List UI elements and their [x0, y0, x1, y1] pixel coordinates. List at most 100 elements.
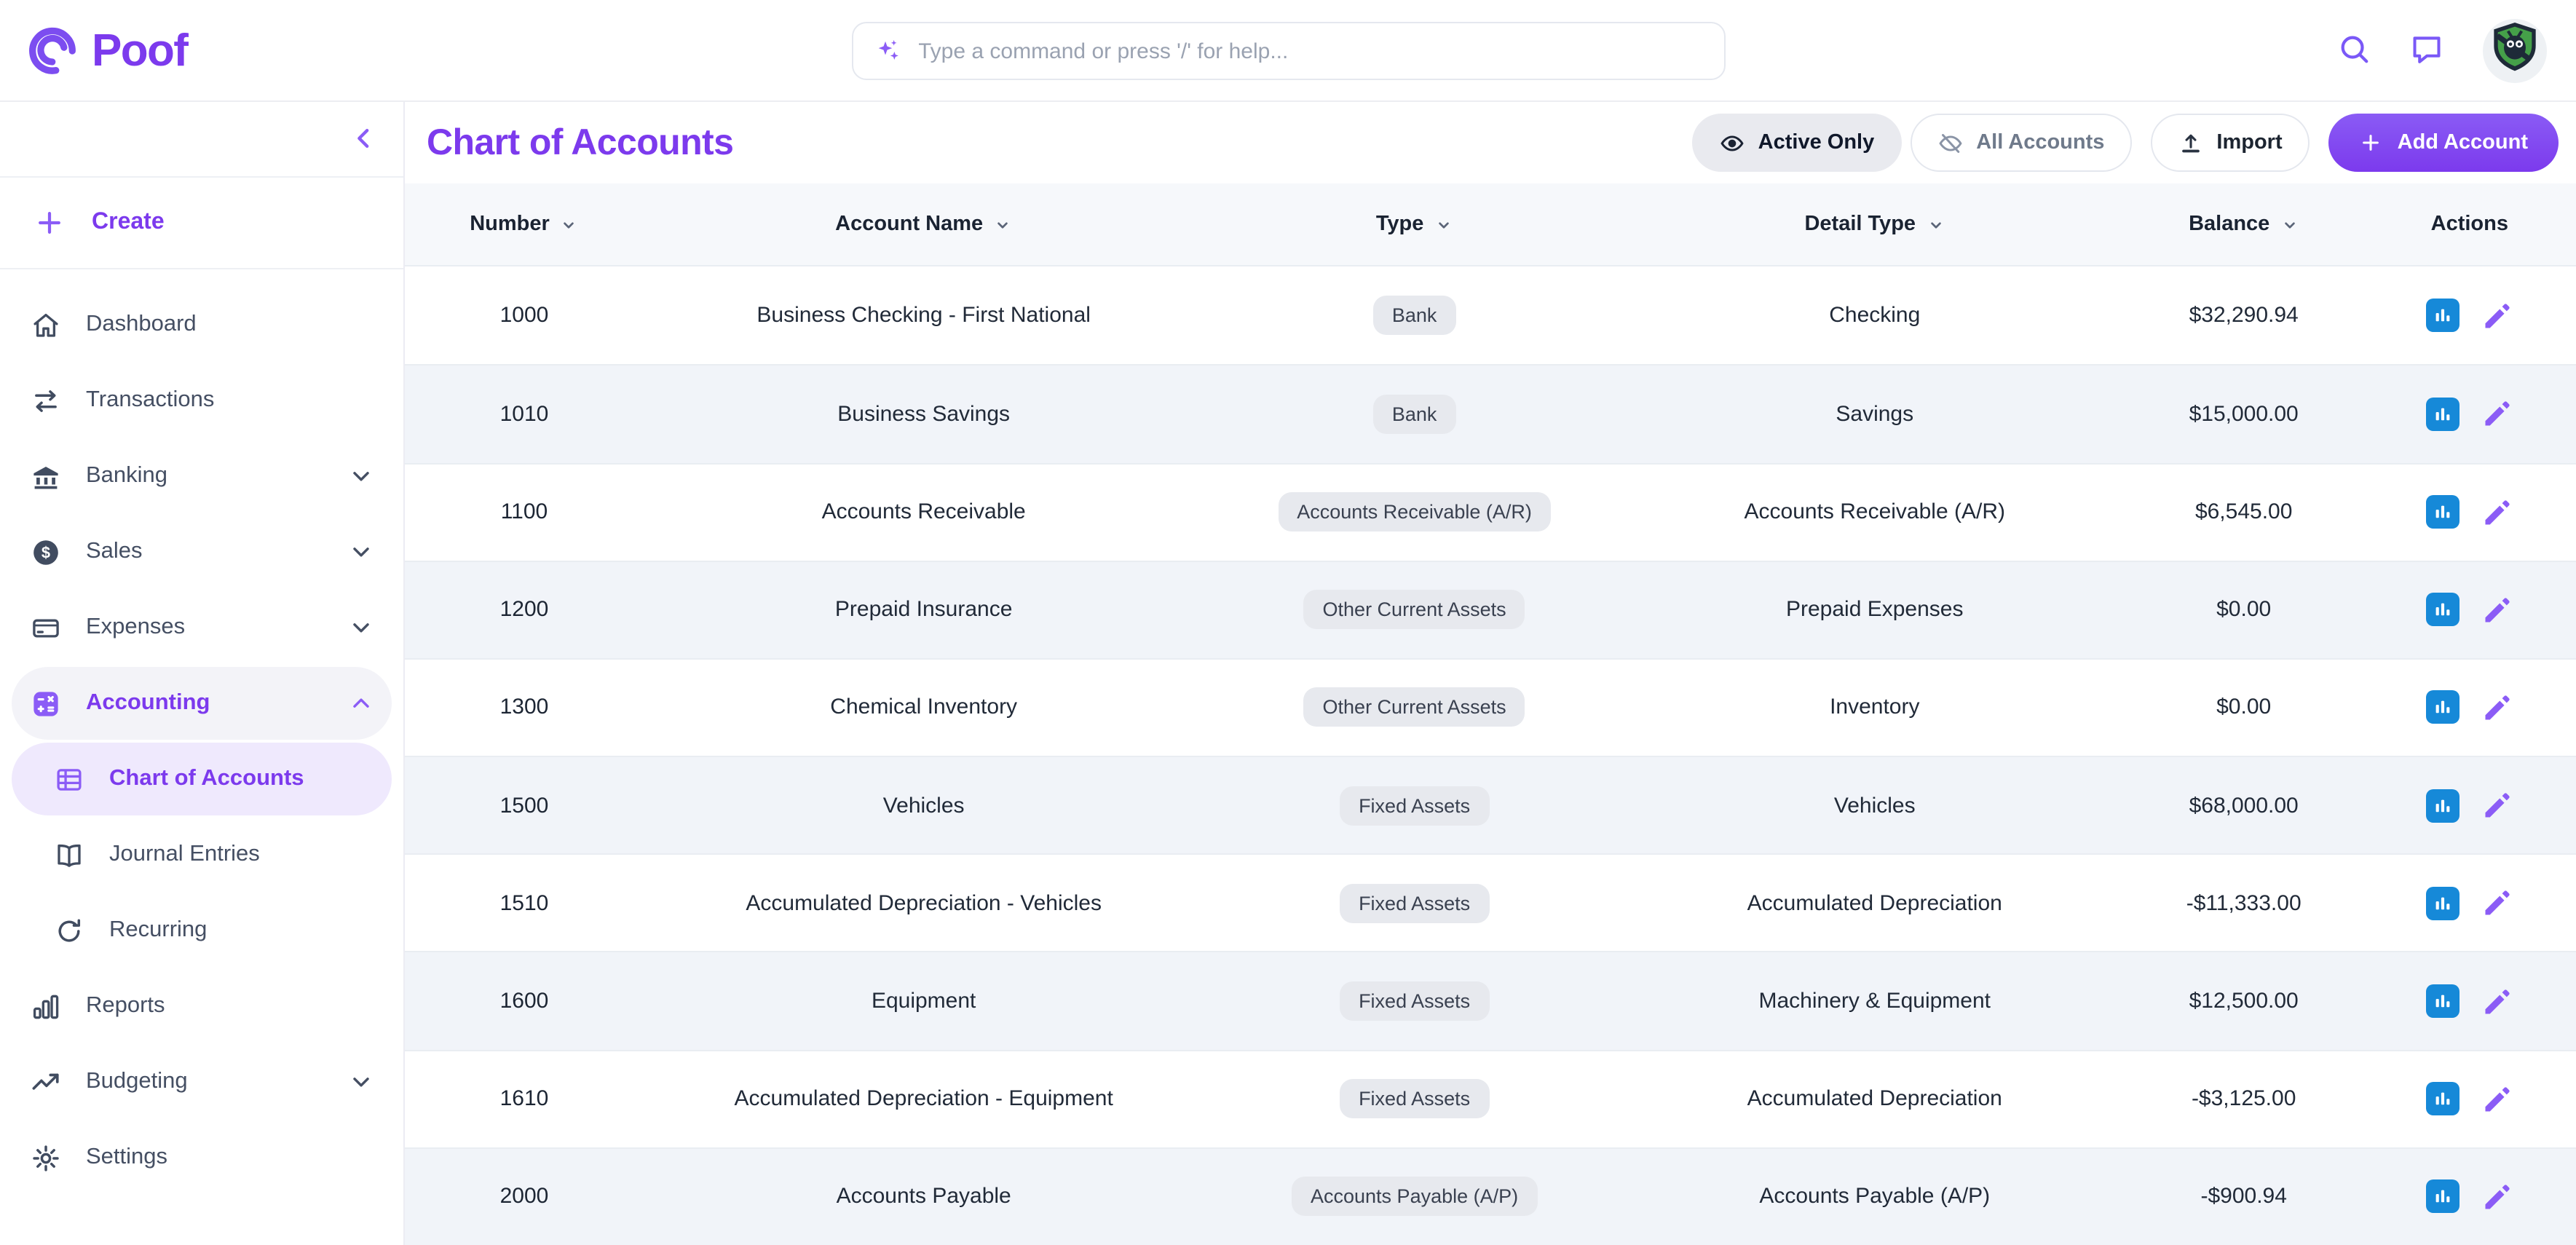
bar-chart-tile-icon — [2426, 398, 2460, 431]
view-report-button[interactable] — [2426, 887, 2460, 920]
edit-account-button[interactable] — [2481, 299, 2513, 331]
active-only-label: Active Only — [1758, 131, 1875, 154]
gear-icon — [31, 1142, 61, 1173]
account-number: 1510 — [405, 891, 644, 916]
import-button[interactable]: Import — [2151, 114, 2310, 172]
sidebar-item-accounting[interactable]: Accounting — [12, 667, 392, 740]
chevron-up-icon — [348, 690, 374, 716]
bar-chart-tile-icon — [2426, 495, 2460, 529]
sidebar-item-sales[interactable]: $Sales — [12, 515, 392, 588]
edit-account-button[interactable] — [2481, 594, 2513, 626]
sidebar-item-label: Sales — [86, 539, 143, 565]
edit-account-button[interactable] — [2481, 789, 2513, 821]
avatar[interactable] — [2483, 18, 2547, 82]
edit-account-button[interactable] — [2481, 1083, 2513, 1115]
command-bar[interactable] — [851, 22, 1725, 80]
detail-type: Machinery & Equipment — [1625, 989, 2125, 1013]
view-report-button[interactable] — [2426, 984, 2460, 1018]
sidebar-item-expenses[interactable]: Expenses — [12, 591, 392, 664]
account-type-badge: Fixed Assets — [1340, 786, 1489, 825]
account-number: 1100 — [405, 499, 644, 524]
sidebar-item-budgeting[interactable]: Budgeting — [12, 1046, 392, 1118]
view-report-button[interactable] — [2426, 593, 2460, 627]
main-content: Chart of Accounts Active Only All Accoun… — [405, 102, 2576, 1245]
balance: -$11,333.00 — [2125, 891, 2363, 916]
row-actions — [2363, 495, 2576, 529]
sidebar-item-settings[interactable]: Settings — [12, 1121, 392, 1194]
view-report-button[interactable] — [2426, 299, 2460, 332]
search-button[interactable] — [2337, 31, 2371, 69]
view-report-button[interactable] — [2426, 495, 2460, 529]
view-report-button[interactable] — [2426, 1180, 2460, 1214]
detail-type: Inventory — [1625, 695, 2125, 720]
edit-account-button[interactable] — [2481, 496, 2513, 528]
column-label: Balance — [2189, 213, 2269, 236]
sidebar-item-journal-entries[interactable]: Journal Entries — [12, 818, 392, 891]
account-type-badge: Accounts Payable (A/P) — [1292, 1177, 1537, 1217]
bar-chart-tile-icon — [2426, 788, 2460, 822]
account-number: 1200 — [405, 598, 644, 622]
column-header-detail-type[interactable]: Detail Type — [1625, 213, 2125, 236]
sort-chevron-icon — [1926, 215, 1945, 234]
edit-account-button[interactable] — [2481, 985, 2513, 1017]
trending-up-icon — [31, 1067, 61, 1097]
command-input[interactable] — [918, 39, 1703, 63]
brand-logo[interactable]: Poof — [0, 24, 187, 76]
account-number: 1300 — [405, 695, 644, 720]
account-type-badge: Fixed Assets — [1340, 1079, 1489, 1118]
sidebar-item-recurring[interactable]: Recurring — [12, 894, 392, 967]
bar-chart-tile-icon — [2426, 1180, 2460, 1214]
row-actions — [2363, 984, 2576, 1018]
account-type-cell: Accounts Payable (A/P) — [1204, 1177, 1625, 1217]
pencil-icon — [2481, 299, 2513, 331]
chat-button[interactable] — [2410, 31, 2443, 69]
search-icon — [2337, 31, 2371, 69]
edit-account-button[interactable] — [2481, 398, 2513, 430]
accounts-table: NumberAccount NameTypeDetail Type Balance… — [405, 183, 2576, 1245]
column-header-account-name[interactable]: Account Name — [644, 213, 1204, 236]
view-report-button[interactable] — [2426, 398, 2460, 431]
detail-type: Vehicles — [1625, 793, 2125, 818]
column-header-type[interactable]: Type — [1204, 213, 1625, 236]
detail-type: Checking — [1625, 303, 2125, 328]
account-name: Equipment — [644, 989, 1204, 1013]
app-shell: Create DashboardTransactionsBanking$Sale… — [0, 102, 2576, 1245]
view-report-button[interactable] — [2426, 788, 2460, 822]
balance: $0.00 — [2125, 598, 2363, 622]
edit-account-button[interactable] — [2481, 888, 2513, 920]
account-type-cell: Fixed Assets — [1204, 981, 1625, 1021]
account-type-cell: Bank — [1204, 395, 1625, 434]
sidebar-item-chart-of-accounts[interactable]: Chart of Accounts — [12, 743, 392, 815]
sidebar-item-label: Journal Entries — [109, 842, 260, 868]
all-accounts-button[interactable]: All Accounts — [1911, 114, 2132, 172]
balance: -$3,125.00 — [2125, 1086, 2363, 1111]
sidebar-item-reports[interactable]: Reports — [12, 970, 392, 1043]
sidebar-collapse-button[interactable] — [345, 121, 383, 159]
sort-chevron-icon — [993, 215, 1012, 234]
upload-icon — [2178, 130, 2203, 155]
sidebar-item-label: Recurring — [109, 917, 207, 944]
row-actions — [2363, 299, 2576, 332]
pencil-icon — [2481, 692, 2513, 724]
add-account-button[interactable]: Add Account — [2329, 114, 2559, 172]
top-bar-actions — [2337, 18, 2576, 82]
sidebar-item-dashboard[interactable]: Dashboard — [12, 288, 392, 361]
sidebar-item-banking[interactable]: Banking — [12, 440, 392, 513]
account-type-badge: Accounts Receivable (A/R) — [1278, 492, 1551, 531]
active-only-button[interactable]: Active Only — [1693, 114, 1903, 172]
create-label: Create — [92, 210, 165, 236]
view-report-button[interactable] — [2426, 691, 2460, 724]
account-type-badge: Other Current Assets — [1304, 590, 1525, 630]
sidebar-item-transactions[interactable]: Transactions — [12, 364, 392, 437]
pencil-icon — [2481, 1083, 2513, 1115]
bar-chart-tile-icon — [2426, 299, 2460, 332]
view-report-button[interactable] — [2426, 1082, 2460, 1115]
edit-account-button[interactable] — [2481, 692, 2513, 724]
create-button[interactable]: Create — [0, 178, 403, 269]
column-header-number[interactable]: Number — [405, 213, 644, 236]
balance: $0.00 — [2125, 695, 2363, 720]
row-actions — [2363, 788, 2576, 822]
account-name: Chemical Inventory — [644, 695, 1204, 720]
column-header-balance[interactable]: Balance — [2125, 213, 2363, 236]
edit-account-button[interactable] — [2481, 1181, 2513, 1213]
